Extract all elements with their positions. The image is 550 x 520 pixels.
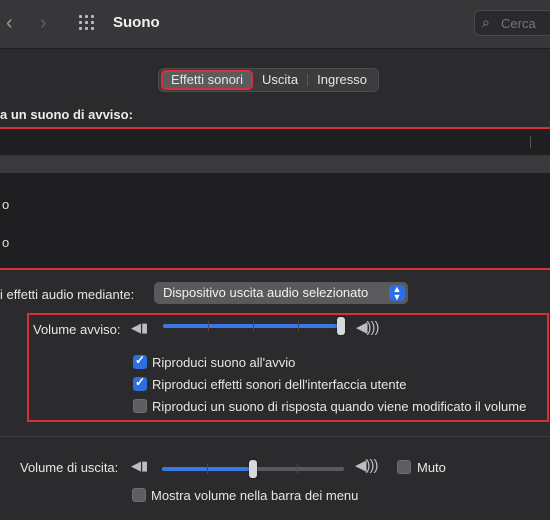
startup-sound-label[interactable]: Riproduci suono all'avvio: [152, 355, 295, 370]
speaker-high-icon[interactable]: ◀))): [356, 318, 380, 336]
ui-sound-effects-checkbox[interactable]: [133, 375, 147, 391]
output-device-select[interactable]: Dispositivo uscita audio selezionato ▲ ▼: [154, 282, 408, 304]
output-volume-slider[interactable]: [162, 460, 344, 478]
alert-volume-label: Volume avviso:: [33, 322, 121, 337]
column-divider[interactable]: [530, 136, 531, 148]
tab-sound-effects[interactable]: Effetti sonori: [161, 70, 254, 90]
slider-tick: [208, 321, 209, 331]
startup-sound-checkbox[interactable]: [133, 353, 147, 369]
show-in-menu-bar-checkbox[interactable]: [132, 488, 146, 502]
mute-label[interactable]: Muto: [417, 460, 446, 475]
speaker-high-icon[interactable]: ◀))): [355, 456, 379, 474]
list-item[interactable]: o: [2, 235, 9, 250]
alert-volume-slider[interactable]: [163, 317, 345, 335]
section-divider: [0, 436, 550, 437]
slider-tick: [253, 321, 254, 331]
tab-bar: Effetti sonori Uscita Ingresso: [158, 68, 380, 92]
alert-settings-highlight: Volume avviso: ◀▮ ◀))) Riproduci suono a…: [27, 313, 549, 422]
slider-tick: [207, 464, 208, 474]
alert-volume-fill: [163, 324, 345, 328]
tab-output[interactable]: Uscita: [253, 70, 307, 90]
back-arrow-icon[interactable]: ‹: [6, 12, 13, 35]
window-title: Suono: [113, 14, 160, 31]
output-volume-knob[interactable]: [249, 460, 257, 478]
show-in-menu-bar-label[interactable]: Mostra volume nella barra dei menu: [151, 488, 358, 503]
list-header: [0, 129, 550, 156]
speaker-low-icon[interactable]: ◀▮: [131, 320, 148, 336]
slider-tick: [297, 464, 298, 474]
search-icon: ⌕: [482, 14, 490, 30]
slider-tick: [298, 321, 299, 331]
show-all-grid-icon[interactable]: [79, 15, 97, 33]
tab-input[interactable]: Ingresso: [308, 70, 376, 90]
mute-checkbox[interactable]: [397, 460, 411, 474]
selected-device-value: Dispositivo uscita audio selezionato: [163, 285, 369, 300]
output-volume-label: Volume di uscita:: [20, 460, 119, 475]
title-bar: ‹ › Suono ⌕ Cerca: [0, 0, 550, 49]
volume-feedback-checkbox[interactable]: [133, 399, 147, 413]
chevron-updown-icon: ▲ ▼: [389, 285, 405, 302]
alert-volume-knob[interactable]: [337, 317, 345, 335]
list-item[interactable]: o: [2, 197, 9, 212]
volume-feedback-label[interactable]: Riproduci un suono di risposta quando vi…: [152, 399, 526, 414]
search-field[interactable]: ⌕ Cerca: [474, 10, 550, 36]
forward-arrow-icon[interactable]: ›: [40, 12, 47, 35]
alert-sound-list[interactable]: o o: [0, 127, 550, 270]
alert-sound-label: a un suono di avviso:: [0, 107, 133, 122]
play-through-label: i effetti audio mediante:: [0, 287, 135, 302]
ui-sound-effects-label[interactable]: Riproduci effetti sonori dell'interfacci…: [152, 377, 406, 392]
selected-list-row[interactable]: [0, 156, 550, 173]
search-placeholder: Cerca: [501, 16, 536, 31]
speaker-low-icon[interactable]: ◀▮: [131, 458, 148, 474]
